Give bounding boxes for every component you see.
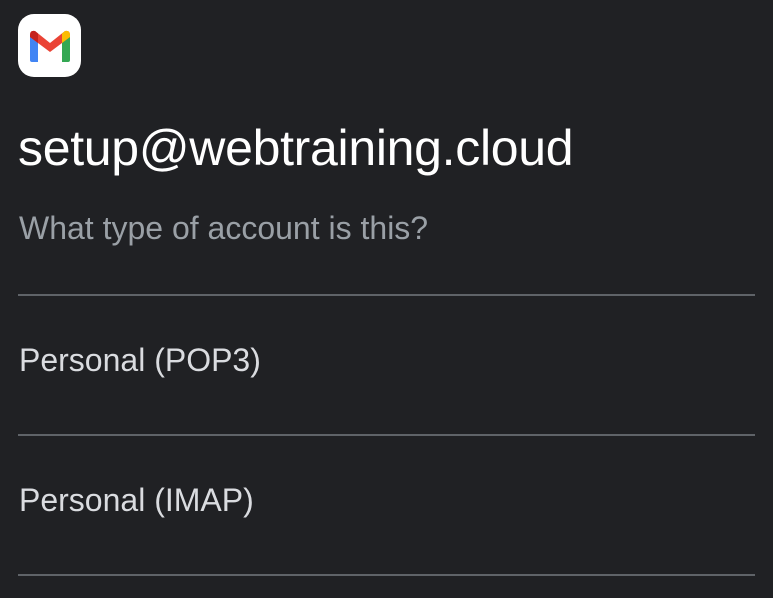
gmail-logo-icon [29,30,70,62]
option-personal-imap[interactable]: Personal (IMAP) [0,436,773,574]
divider [18,574,755,576]
gmail-logo [18,14,81,77]
account-email: setup@webtraining.cloud [18,120,574,176]
option-label: Personal (IMAP) [19,482,254,518]
option-personal-pop3[interactable]: Personal (POP3) [0,296,773,434]
option-label: Personal (POP3) [19,342,261,378]
account-type-prompt: What type of account is this? [19,210,429,246]
